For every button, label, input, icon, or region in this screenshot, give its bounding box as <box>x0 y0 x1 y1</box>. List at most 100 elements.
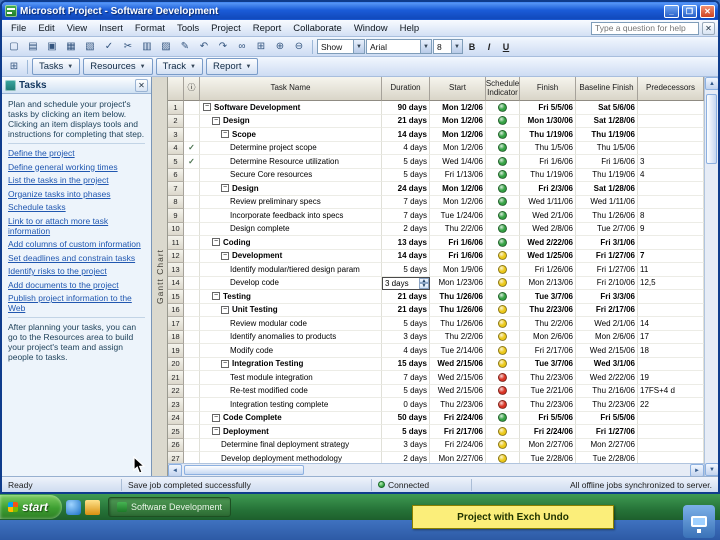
start-cell[interactable]: Wed 2/15/06 <box>430 357 486 371</box>
task-pane-close-icon[interactable]: ✕ <box>135 78 148 92</box>
task-name-cell[interactable]: Develop deployment methodology <box>200 452 382 463</box>
finish-cell[interactable]: Thu 1/5/06 <box>520 141 576 155</box>
predecessors-cell[interactable]: 19 <box>638 371 704 385</box>
open-folder-icon[interactable]: ▤ <box>24 38 42 55</box>
predecessors-cell[interactable] <box>638 236 704 250</box>
duration-cell[interactable]: 21 days <box>382 290 430 304</box>
predecessors-cell[interactable]: 12,5 <box>638 276 704 290</box>
horizontal-scroll-track[interactable] <box>182 464 690 476</box>
predecessors-cell[interactable] <box>638 195 704 209</box>
baseline-finish-cell[interactable]: Sat 1/28/06 <box>576 182 638 196</box>
predecessors-cell[interactable]: 18 <box>638 344 704 358</box>
desktop-shortcut-icon[interactable] <box>683 505 715 538</box>
cut-icon[interactable]: ✂ <box>119 38 137 55</box>
task-name-cell[interactable]: − Testing <box>200 290 382 304</box>
row-number[interactable]: 11 <box>168 236 184 250</box>
finish-cell[interactable]: Mon 1/30/06 <box>520 114 576 128</box>
paste-icon[interactable]: ▨ <box>157 38 175 55</box>
baseline-finish-cell[interactable]: Wed 2/1/06 <box>576 317 638 331</box>
predecessors-cell[interactable] <box>638 141 704 155</box>
task-name-cell[interactable]: − Coding <box>200 236 382 250</box>
row-number[interactable]: 20 <box>168 357 184 371</box>
menu-item-file[interactable]: File <box>5 22 32 35</box>
row-number[interactable]: 1 <box>168 101 184 115</box>
column-header-start[interactable]: Start <box>430 77 486 101</box>
start-cell[interactable]: Mon 1/2/06 <box>430 128 486 142</box>
finish-cell[interactable]: Wed 1/25/06 <box>520 249 576 263</box>
duration-cell[interactable]: 3 days <box>382 330 430 344</box>
finish-cell[interactable]: Thu 2/23/06 <box>520 398 576 412</box>
column-header-task-name[interactable]: Task Name <box>200 77 382 101</box>
start-cell[interactable]: Fri 1/6/06 <box>430 249 486 263</box>
column-header-info[interactable]: ⓘ <box>184 77 200 101</box>
row-number[interactable]: 13 <box>168 263 184 277</box>
row-number[interactable]: 4 <box>168 141 184 155</box>
menu-item-view[interactable]: View <box>61 22 93 35</box>
guide-resources-button[interactable]: Resources ▼ <box>83 58 153 75</box>
vertical-scrollbar[interactable]: ▲ ▼ <box>704 77 718 476</box>
vertical-scroll-thumb[interactable] <box>706 94 717 164</box>
row-number[interactable]: 17 <box>168 317 184 331</box>
close-button[interactable]: ✕ <box>700 4 715 18</box>
task-name-cell[interactable]: − Integration Testing <box>200 357 382 371</box>
collapse-icon[interactable]: − <box>221 305 229 314</box>
row-number[interactable]: 15 <box>168 290 184 304</box>
format-bold-button[interactable]: B <box>464 38 480 55</box>
new-document-icon[interactable]: ▢ <box>5 38 23 55</box>
link-tasks-icon[interactable]: ⊞ <box>252 38 270 55</box>
title-bar[interactable]: Microsoft Project - Software Development… <box>2 2 718 20</box>
finish-cell[interactable]: Fri 5/5/06 <box>520 101 576 115</box>
finish-cell[interactable]: Tue 2/21/06 <box>520 384 576 398</box>
row-number[interactable]: 23 <box>168 398 184 412</box>
start-cell[interactable]: Fri 2/24/06 <box>430 411 486 425</box>
spin-down-icon[interactable]: ▼ <box>419 283 429 289</box>
baseline-finish-cell[interactable]: Fri 1/27/06 <box>576 263 638 277</box>
row-number[interactable]: 21 <box>168 371 184 385</box>
task-name-cell[interactable]: Test module integration <box>200 371 382 385</box>
finish-cell[interactable]: Fri 2/3/06 <box>520 182 576 196</box>
task-name-cell[interactable]: Integration testing complete <box>200 398 382 412</box>
finish-cell[interactable]: Tue 3/7/06 <box>520 290 576 304</box>
baseline-finish-cell[interactable]: Wed 3/1/06 <box>576 357 638 371</box>
spelling-icon[interactable]: ✓ <box>100 38 118 55</box>
collapse-icon[interactable]: − <box>221 130 229 139</box>
start-cell[interactable]: Thu 2/2/06 <box>430 330 486 344</box>
duration-cell[interactable]: 50 days <box>382 411 430 425</box>
row-number[interactable]: 27 <box>168 452 184 463</box>
predecessors-cell[interactable]: 17FS+4 d <box>638 384 704 398</box>
start-cell[interactable]: Mon 1/2/06 <box>430 141 486 155</box>
redo-icon[interactable]: ↷ <box>214 38 232 55</box>
menu-item-insert[interactable]: Insert <box>93 22 129 35</box>
duration-spinner[interactable]: ▲ ▼ <box>419 277 429 289</box>
duration-cell[interactable]: 7 days <box>382 195 430 209</box>
start-cell[interactable]: Mon 1/2/06 <box>430 195 486 209</box>
predecessors-cell[interactable]: 17 <box>638 330 704 344</box>
format-underline-button[interactable]: U <box>498 38 514 55</box>
column-header-duration[interactable]: Duration <box>382 77 430 101</box>
predecessors-cell[interactable] <box>638 411 704 425</box>
horizontal-scrollbar[interactable]: ◄ ► <box>168 463 704 477</box>
row-number[interactable]: 22 <box>168 384 184 398</box>
baseline-finish-cell[interactable]: Sat 1/28/06 <box>576 114 638 128</box>
start-cell[interactable]: Wed 2/15/06 <box>430 371 486 385</box>
baseline-finish-cell[interactable]: Fri 3/1/06 <box>576 236 638 250</box>
task-name-cell[interactable]: Design complete <box>200 222 382 236</box>
baseline-finish-cell[interactable]: Mon 2/27/06 <box>576 438 638 452</box>
baseline-finish-cell[interactable]: Fri 2/17/06 <box>576 303 638 317</box>
predecessors-cell[interactable]: 4 <box>638 168 704 182</box>
row-number[interactable]: 10 <box>168 222 184 236</box>
collapse-icon[interactable]: − <box>212 238 220 247</box>
predecessors-cell[interactable] <box>638 290 704 304</box>
finish-cell[interactable]: Fri 1/26/06 <box>520 263 576 277</box>
baseline-finish-cell[interactable]: Thu 1/19/06 <box>576 128 638 142</box>
collapse-icon[interactable]: − <box>203 103 211 112</box>
duration-cell[interactable]: 5 days <box>382 168 430 182</box>
task-pane-link[interactable]: Add documents to the project <box>8 280 145 290</box>
collapse-icon[interactable]: − <box>212 116 220 125</box>
start-cell[interactable]: Fri 2/17/06 <box>430 425 486 439</box>
baseline-finish-cell[interactable]: Fri 1/27/06 <box>576 249 638 263</box>
start-cell[interactable]: Mon 1/23/06 <box>430 276 486 290</box>
quick-launch-icon-2[interactable] <box>85 499 101 515</box>
duration-cell[interactable]: 90 days <box>382 101 430 115</box>
baseline-finish-cell[interactable]: Fri 5/5/06 <box>576 411 638 425</box>
